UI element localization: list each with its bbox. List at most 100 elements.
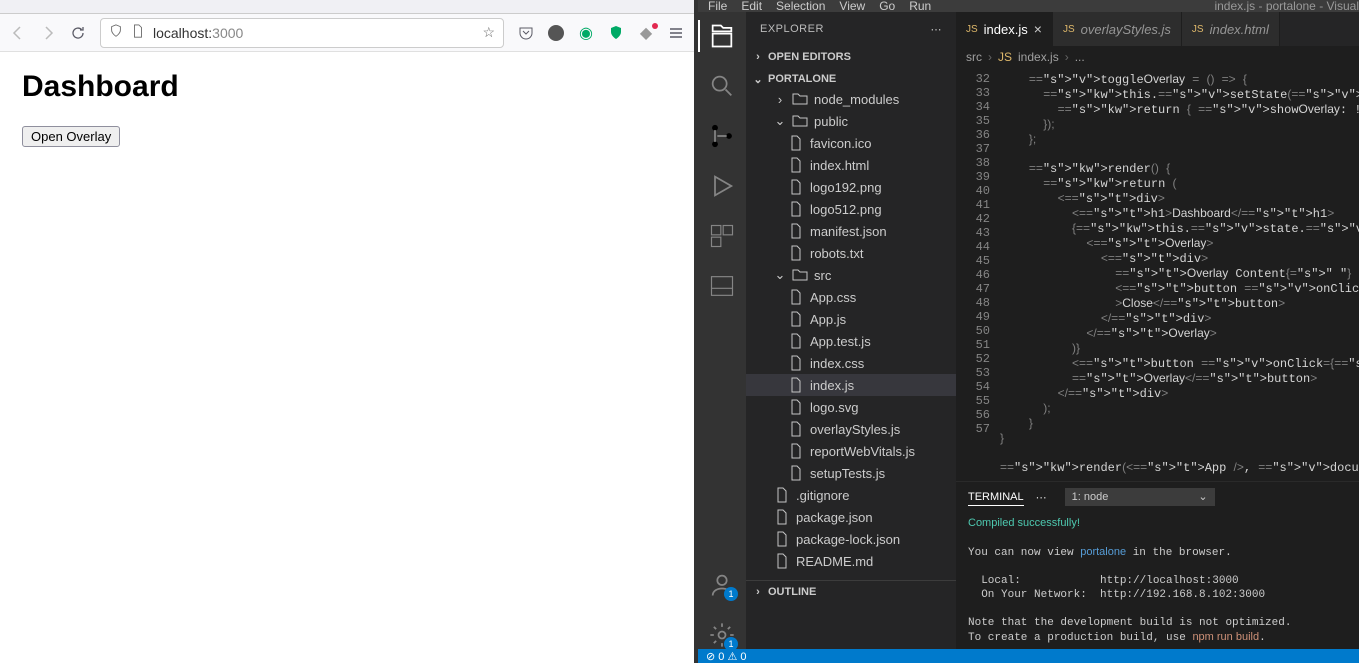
- more-icon[interactable]: ⋯: [1036, 491, 1047, 504]
- file-icon: [774, 509, 790, 525]
- hamburger-menu-icon[interactable]: [668, 25, 684, 41]
- file-icon: [788, 377, 804, 393]
- reload-button[interactable]: [70, 25, 86, 41]
- tree-item-logo192-png[interactable]: logo192.png: [746, 176, 956, 198]
- project-section[interactable]: ⌄PORTALONE: [746, 70, 956, 88]
- page-title: Dashboard: [22, 70, 672, 104]
- tree-item-setupTests-js[interactable]: setupTests.js: [746, 462, 956, 484]
- tree-item--gitignore[interactable]: .gitignore: [746, 484, 956, 506]
- file-icon: [774, 487, 790, 503]
- editor-tab-index-js[interactable]: JSindex.js×: [956, 12, 1053, 46]
- more-icon[interactable]: ⋯: [931, 23, 943, 36]
- file-icon: [788, 465, 804, 481]
- tree-item-src[interactable]: ⌄src: [746, 264, 956, 286]
- file-icon: [788, 179, 804, 195]
- terminal-output[interactable]: Compiled successfully! You can now view …: [956, 512, 1359, 649]
- back-button[interactable]: [10, 25, 26, 41]
- chevron-right-icon: ›: [774, 93, 786, 105]
- terminal-tab[interactable]: TERMINAL: [968, 489, 1024, 506]
- run-debug-icon[interactable]: [708, 172, 736, 200]
- tree-item-App-test-js[interactable]: App.test.js: [746, 330, 956, 352]
- panel-icon[interactable]: [708, 272, 736, 300]
- tree-item-App-js[interactable]: App.js: [746, 308, 956, 330]
- browser-tabstrip: [0, 0, 694, 14]
- activity-bar: 1 1: [698, 12, 746, 649]
- chevron-down-icon: ⌄: [774, 269, 786, 281]
- open-overlay-button[interactable]: Open Overlay: [22, 126, 120, 147]
- editor-tab-overlayStyles-js[interactable]: JSoverlayStyles.js: [1053, 12, 1182, 46]
- chevron-down-icon: ⌄: [752, 73, 764, 85]
- terminal-shell-select[interactable]: 1: node: [1065, 488, 1215, 506]
- file-icon: [788, 399, 804, 415]
- status-problems[interactable]: ⊘ 0 ⚠ 0: [706, 650, 746, 663]
- file-icon: [788, 311, 804, 327]
- tree-item-overlayStyles-js[interactable]: overlayStyles.js: [746, 418, 956, 440]
- tree-item-package-lock-json[interactable]: package-lock.json: [746, 528, 956, 550]
- file-icon: [788, 201, 804, 217]
- tree-item-node_modules[interactable]: ›node_modules: [746, 88, 956, 110]
- editor-tabs: JSindex.js×JSoverlayStyles.jsJSindex.htm…: [956, 12, 1359, 46]
- status-bar: ⊘ 0 ⚠ 0 Ln 57, Col 1 Spaces: 2 UTF-8 LF …: [698, 649, 1359, 663]
- address-bar[interactable]: localhost:3000 ☆: [100, 18, 504, 48]
- tree-item-robots-txt[interactable]: robots.txt: [746, 242, 956, 264]
- ext-puzzle-icon[interactable]: ◆: [638, 25, 654, 41]
- page-icon: [131, 24, 145, 41]
- tree-item-App-css[interactable]: App.css: [746, 286, 956, 308]
- file-icon: [788, 421, 804, 437]
- file-icon: [774, 553, 790, 569]
- search-icon[interactable]: [708, 72, 736, 100]
- tree-item-index-html[interactable]: index.html: [746, 154, 956, 176]
- tree-item-README-md[interactable]: README.md: [746, 550, 956, 572]
- tree-item-logo512-png[interactable]: logo512.png: [746, 198, 956, 220]
- ext-circle-icon[interactable]: [548, 25, 564, 41]
- open-editors-section[interactable]: ›OPEN EDITORS: [746, 48, 956, 66]
- source-control-icon[interactable]: [708, 122, 736, 150]
- tree-item-public[interactable]: ⌄public: [746, 110, 956, 132]
- explorer-heading: EXPLORER: [760, 23, 824, 35]
- folder-icon: [792, 113, 808, 129]
- tree-item-package-json[interactable]: package.json: [746, 506, 956, 528]
- outline-section[interactable]: ›OUTLINE: [746, 583, 956, 601]
- menubar: File Edit Selection View Go Run index.js…: [698, 0, 1359, 12]
- file-icon: [788, 289, 804, 305]
- account-icon[interactable]: 1: [708, 571, 736, 599]
- browser-window: localhost:3000 ☆ ◉ ◆ Dashboard Open Over…: [0, 0, 698, 663]
- tree-item-favicon-ico[interactable]: favicon.ico: [746, 132, 956, 154]
- shield-icon: [109, 24, 123, 41]
- browser-toolbar: localhost:3000 ☆ ◉ ◆: [0, 14, 694, 52]
- url-text: localhost:3000: [153, 25, 474, 41]
- close-icon[interactable]: ×: [1034, 21, 1042, 37]
- code-editor[interactable]: 32 33 34 35 36 37 38 39 40 41 42 43 44 4…: [956, 68, 1359, 481]
- breadcrumbs[interactable]: src› JS index.js› ...: [956, 46, 1359, 68]
- tree-item-index-js[interactable]: index.js: [746, 374, 956, 396]
- chevron-down-icon: ⌄: [774, 115, 786, 127]
- chevron-right-icon: ›: [752, 51, 764, 63]
- tree-item-manifest-json[interactable]: manifest.json: [746, 220, 956, 242]
- tree-item-reportWebVitals-js[interactable]: reportWebVitals.js: [746, 440, 956, 462]
- folder-icon: [792, 267, 808, 283]
- file-icon: [774, 531, 790, 547]
- explorer-sidebar: EXPLORER ⋯ ›OPEN EDITORS ⌄PORTALONE ›nod…: [746, 12, 956, 649]
- terminal-panel: TERMINAL ⋯ 1: node ＋ ◫ 🗑 ⌃ Compiled succ…: [956, 481, 1359, 649]
- star-icon[interactable]: ☆: [482, 24, 495, 41]
- chevron-right-icon: ›: [752, 586, 764, 598]
- file-icon: [788, 443, 804, 459]
- file-icon: [788, 157, 804, 173]
- file-icon: [788, 223, 804, 239]
- editor-group: JSindex.js×JSoverlayStyles.jsJSindex.htm…: [956, 12, 1359, 649]
- file-icon: [788, 135, 804, 151]
- browser-page: Dashboard Open Overlay: [0, 52, 694, 663]
- forward-button[interactable]: [40, 25, 56, 41]
- editor-tab-index-html[interactable]: JSindex.html: [1182, 12, 1280, 46]
- explorer-icon[interactable]: [708, 22, 736, 50]
- pocket-icon[interactable]: [518, 25, 534, 41]
- extensions-icon[interactable]: [708, 222, 736, 250]
- gear-icon[interactable]: 1: [708, 621, 736, 649]
- file-icon: [788, 333, 804, 349]
- vscode-window: File Edit Selection View Go Run index.js…: [698, 0, 1359, 663]
- ext-shield-icon[interactable]: [608, 25, 624, 41]
- tree-item-logo-svg[interactable]: logo.svg: [746, 396, 956, 418]
- tree-item-index-css[interactable]: index.css: [746, 352, 956, 374]
- ext-g-icon[interactable]: ◉: [578, 25, 594, 41]
- folder-icon: [792, 91, 808, 107]
